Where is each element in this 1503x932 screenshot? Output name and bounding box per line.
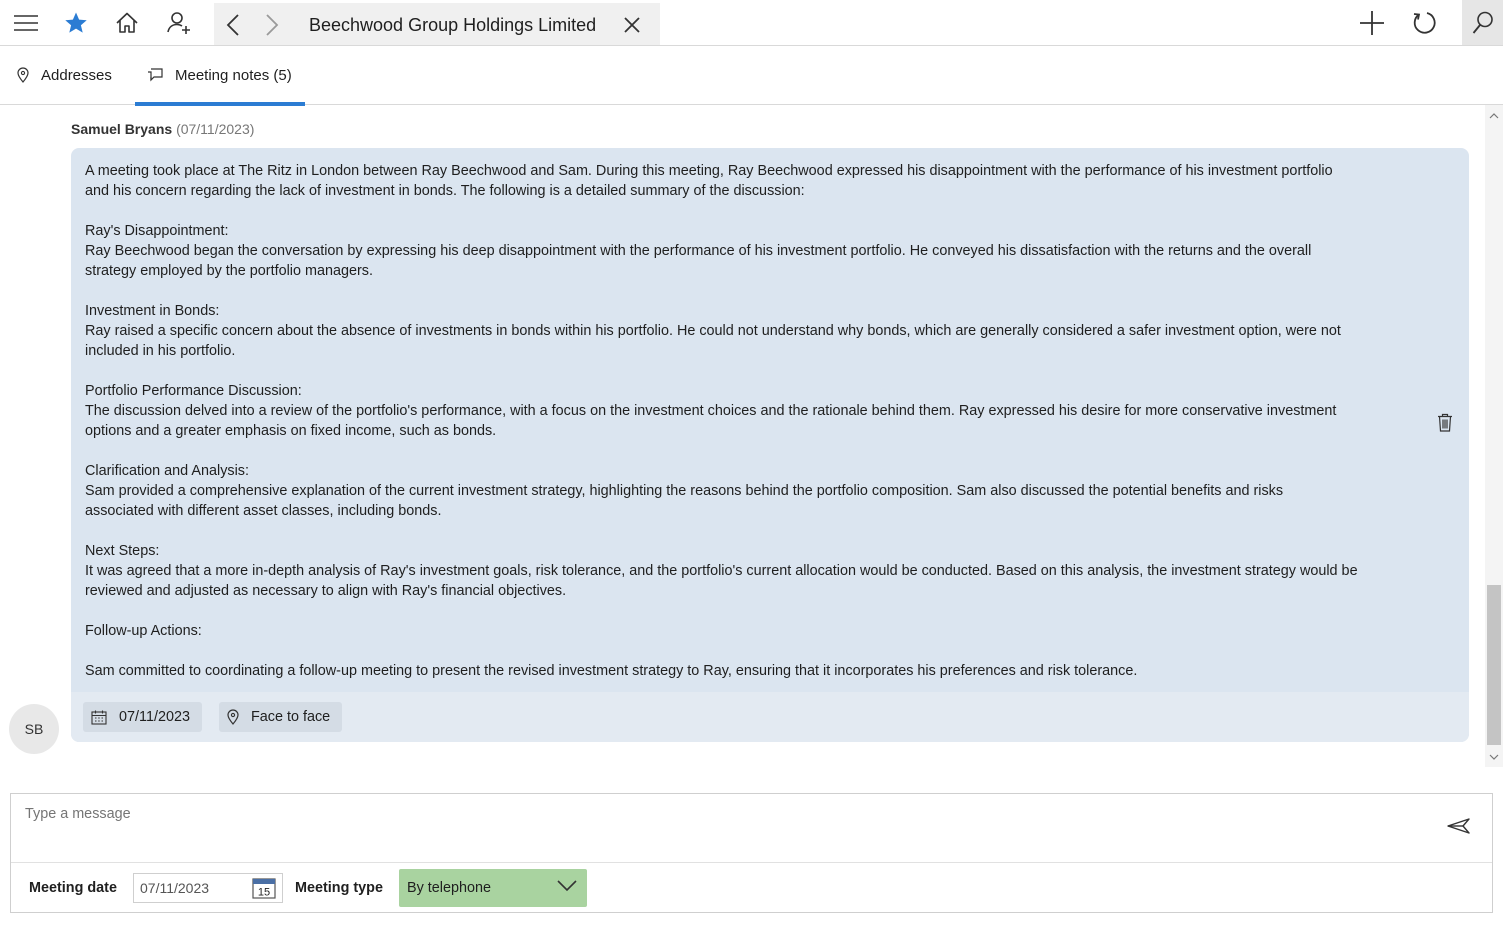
location-pin-icon <box>227 709 239 725</box>
note-line: Ray Beechwood began the conversation by … <box>85 243 1312 259</box>
note-line: and his concern regarding the lack of in… <box>85 183 805 199</box>
note-paragraph: Investment in Bonds: Ray raised a specifi… <box>85 301 1425 361</box>
calendar-icon: 15 <box>252 878 276 899</box>
note-line: Follow-up Actions: <box>85 623 202 639</box>
meeting-date-input[interactable] <box>134 874 246 902</box>
meeting-type-select[interactable]: By telephone <box>399 869 587 907</box>
menu-icon <box>14 14 38 31</box>
meeting-date-label: Meeting date <box>29 880 117 896</box>
note-line: The discussion delved into a review of t… <box>85 403 1337 419</box>
note-line: associated with different asset classes,… <box>85 503 442 519</box>
note-author-name: Samuel Bryans <box>71 121 173 137</box>
chevron-up-icon <box>1489 113 1499 119</box>
note-author-date: (07/11/2023) <box>176 121 255 137</box>
note-type-chip: Face to face <box>219 702 343 732</box>
note-line: Investment in Bonds: <box>85 303 220 319</box>
close-icon <box>624 17 640 33</box>
note-date-chip: 07/11/2023 <box>83 702 202 732</box>
back-icon <box>226 14 239 36</box>
note-paragraph: A meeting took place at The Ritz in Lond… <box>85 161 1425 201</box>
tab-label: Addresses <box>41 66 112 84</box>
note-line: options and a greater emphasis on fixed … <box>85 423 497 439</box>
location-pin-icon <box>17 67 29 83</box>
note-header: Samuel Bryans (07/11/2023) <box>71 121 254 137</box>
note-paragraph: Sam committed to coordinating a follow-u… <box>85 661 1425 681</box>
note-line: reviewed and adjusted as necessary to al… <box>85 583 567 599</box>
note-line: Sam provided a comprehensive explanation… <box>85 483 1284 499</box>
avatar: SB <box>9 704 59 754</box>
calendar-day: 15 <box>258 887 270 899</box>
note-line: Ray's Disappointment: <box>85 223 229 239</box>
refresh-button[interactable] <box>1398 0 1450 45</box>
message-input[interactable] <box>11 794 1431 862</box>
composer-divider <box>11 862 1492 863</box>
message-composer: Meeting date 15 Meeting type By telephon… <box>10 793 1493 913</box>
search-icon <box>1472 11 1493 34</box>
forward-icon <box>266 14 279 36</box>
refresh-icon <box>1413 11 1436 34</box>
chevron-down-icon <box>557 880 577 892</box>
add-button[interactable] <box>1346 0 1398 45</box>
scroll-thumb[interactable] <box>1487 585 1501 745</box>
calendar-icon <box>91 710 107 725</box>
search-button[interactable] <box>1462 0 1503 45</box>
note-paragraph: Clarification and Analysis: Sam provided … <box>85 461 1425 521</box>
plus-icon <box>1360 10 1384 35</box>
note-line: A meeting took place at The Ritz in Lond… <box>85 163 1333 179</box>
close-record-button[interactable] <box>618 11 646 39</box>
meeting-notes-list: Samuel Bryans (07/11/2023) A meeting too… <box>0 105 1485 767</box>
meeting-date-field: 15 <box>133 873 283 903</box>
note-line: Sam committed to coordinating a follow-u… <box>85 663 1138 679</box>
note-meeting-type: Face to face <box>251 709 331 725</box>
scroll-up-button[interactable] <box>1485 107 1503 125</box>
forward-button[interactable] <box>257 10 287 40</box>
home-button[interactable] <box>101 0 153 45</box>
note-line: Next Steps: <box>85 543 160 559</box>
star-icon <box>65 12 87 33</box>
note-line: Ray raised a specific concern about the … <box>85 323 1341 339</box>
favourite-button[interactable] <box>50 0 102 45</box>
note-line: Portfolio Performance Discussion: <box>85 383 302 399</box>
note-paragraph: Ray's Disappointment: Ray Beechwood began… <box>85 221 1425 281</box>
back-button[interactable] <box>218 10 248 40</box>
tab-addresses[interactable]: Addresses <box>17 46 112 104</box>
tab-label: Meeting notes (5) <box>175 66 292 84</box>
add-person-icon <box>167 11 190 34</box>
note-paragraph: Portfolio Performance Discussion: The dis… <box>85 381 1425 441</box>
note-footer: 07/11/2023 Face to face <box>71 692 1469 742</box>
tab-meeting-notes[interactable]: Meeting notes (5) <box>135 46 305 106</box>
chat-icon <box>147 67 163 83</box>
tab-bar: Addresses Meeting notes (5) <box>0 46 1503 106</box>
note-paragraph: Follow-up Actions: <box>85 621 1425 641</box>
menu-button[interactable] <box>0 0 52 45</box>
home-icon <box>116 12 138 33</box>
note-line: Clarification and Analysis: <box>85 463 249 479</box>
record-title: Beechwood Group Holdings Limited <box>309 15 597 35</box>
date-picker-button[interactable]: 15 <box>252 877 276 899</box>
top-bar: Beechwood Group Holdings Limited <box>0 0 1503 46</box>
add-contact-button[interactable] <box>153 0 205 45</box>
trash-icon <box>1438 413 1452 432</box>
note-paragraph: Next Steps: It was agreed that a more in-… <box>85 541 1425 601</box>
meeting-type-label: Meeting type <box>295 880 383 896</box>
note-body: A meeting took place at The Ritz in Lond… <box>85 161 1425 681</box>
record-tab[interactable]: Beechwood Group Holdings Limited <box>214 3 660 45</box>
delete-note-button[interactable] <box>1435 411 1455 433</box>
note-line: included in his portfolio. <box>85 343 236 359</box>
send-button[interactable] <box>1445 814 1473 838</box>
notes-scrollbar[interactable] <box>1485 105 1503 767</box>
scroll-down-button[interactable] <box>1485 748 1503 766</box>
send-icon <box>1447 818 1470 834</box>
note-line: It was agreed that a more in-depth analy… <box>85 563 1358 579</box>
chevron-down-icon <box>1489 754 1499 760</box>
note-bubble: A meeting took place at The Ritz in Lond… <box>71 148 1469 742</box>
meeting-type-value: By telephone <box>407 880 492 896</box>
note-line: strategy employed by the portfolio manag… <box>85 263 373 279</box>
note-date: 07/11/2023 <box>119 709 190 725</box>
